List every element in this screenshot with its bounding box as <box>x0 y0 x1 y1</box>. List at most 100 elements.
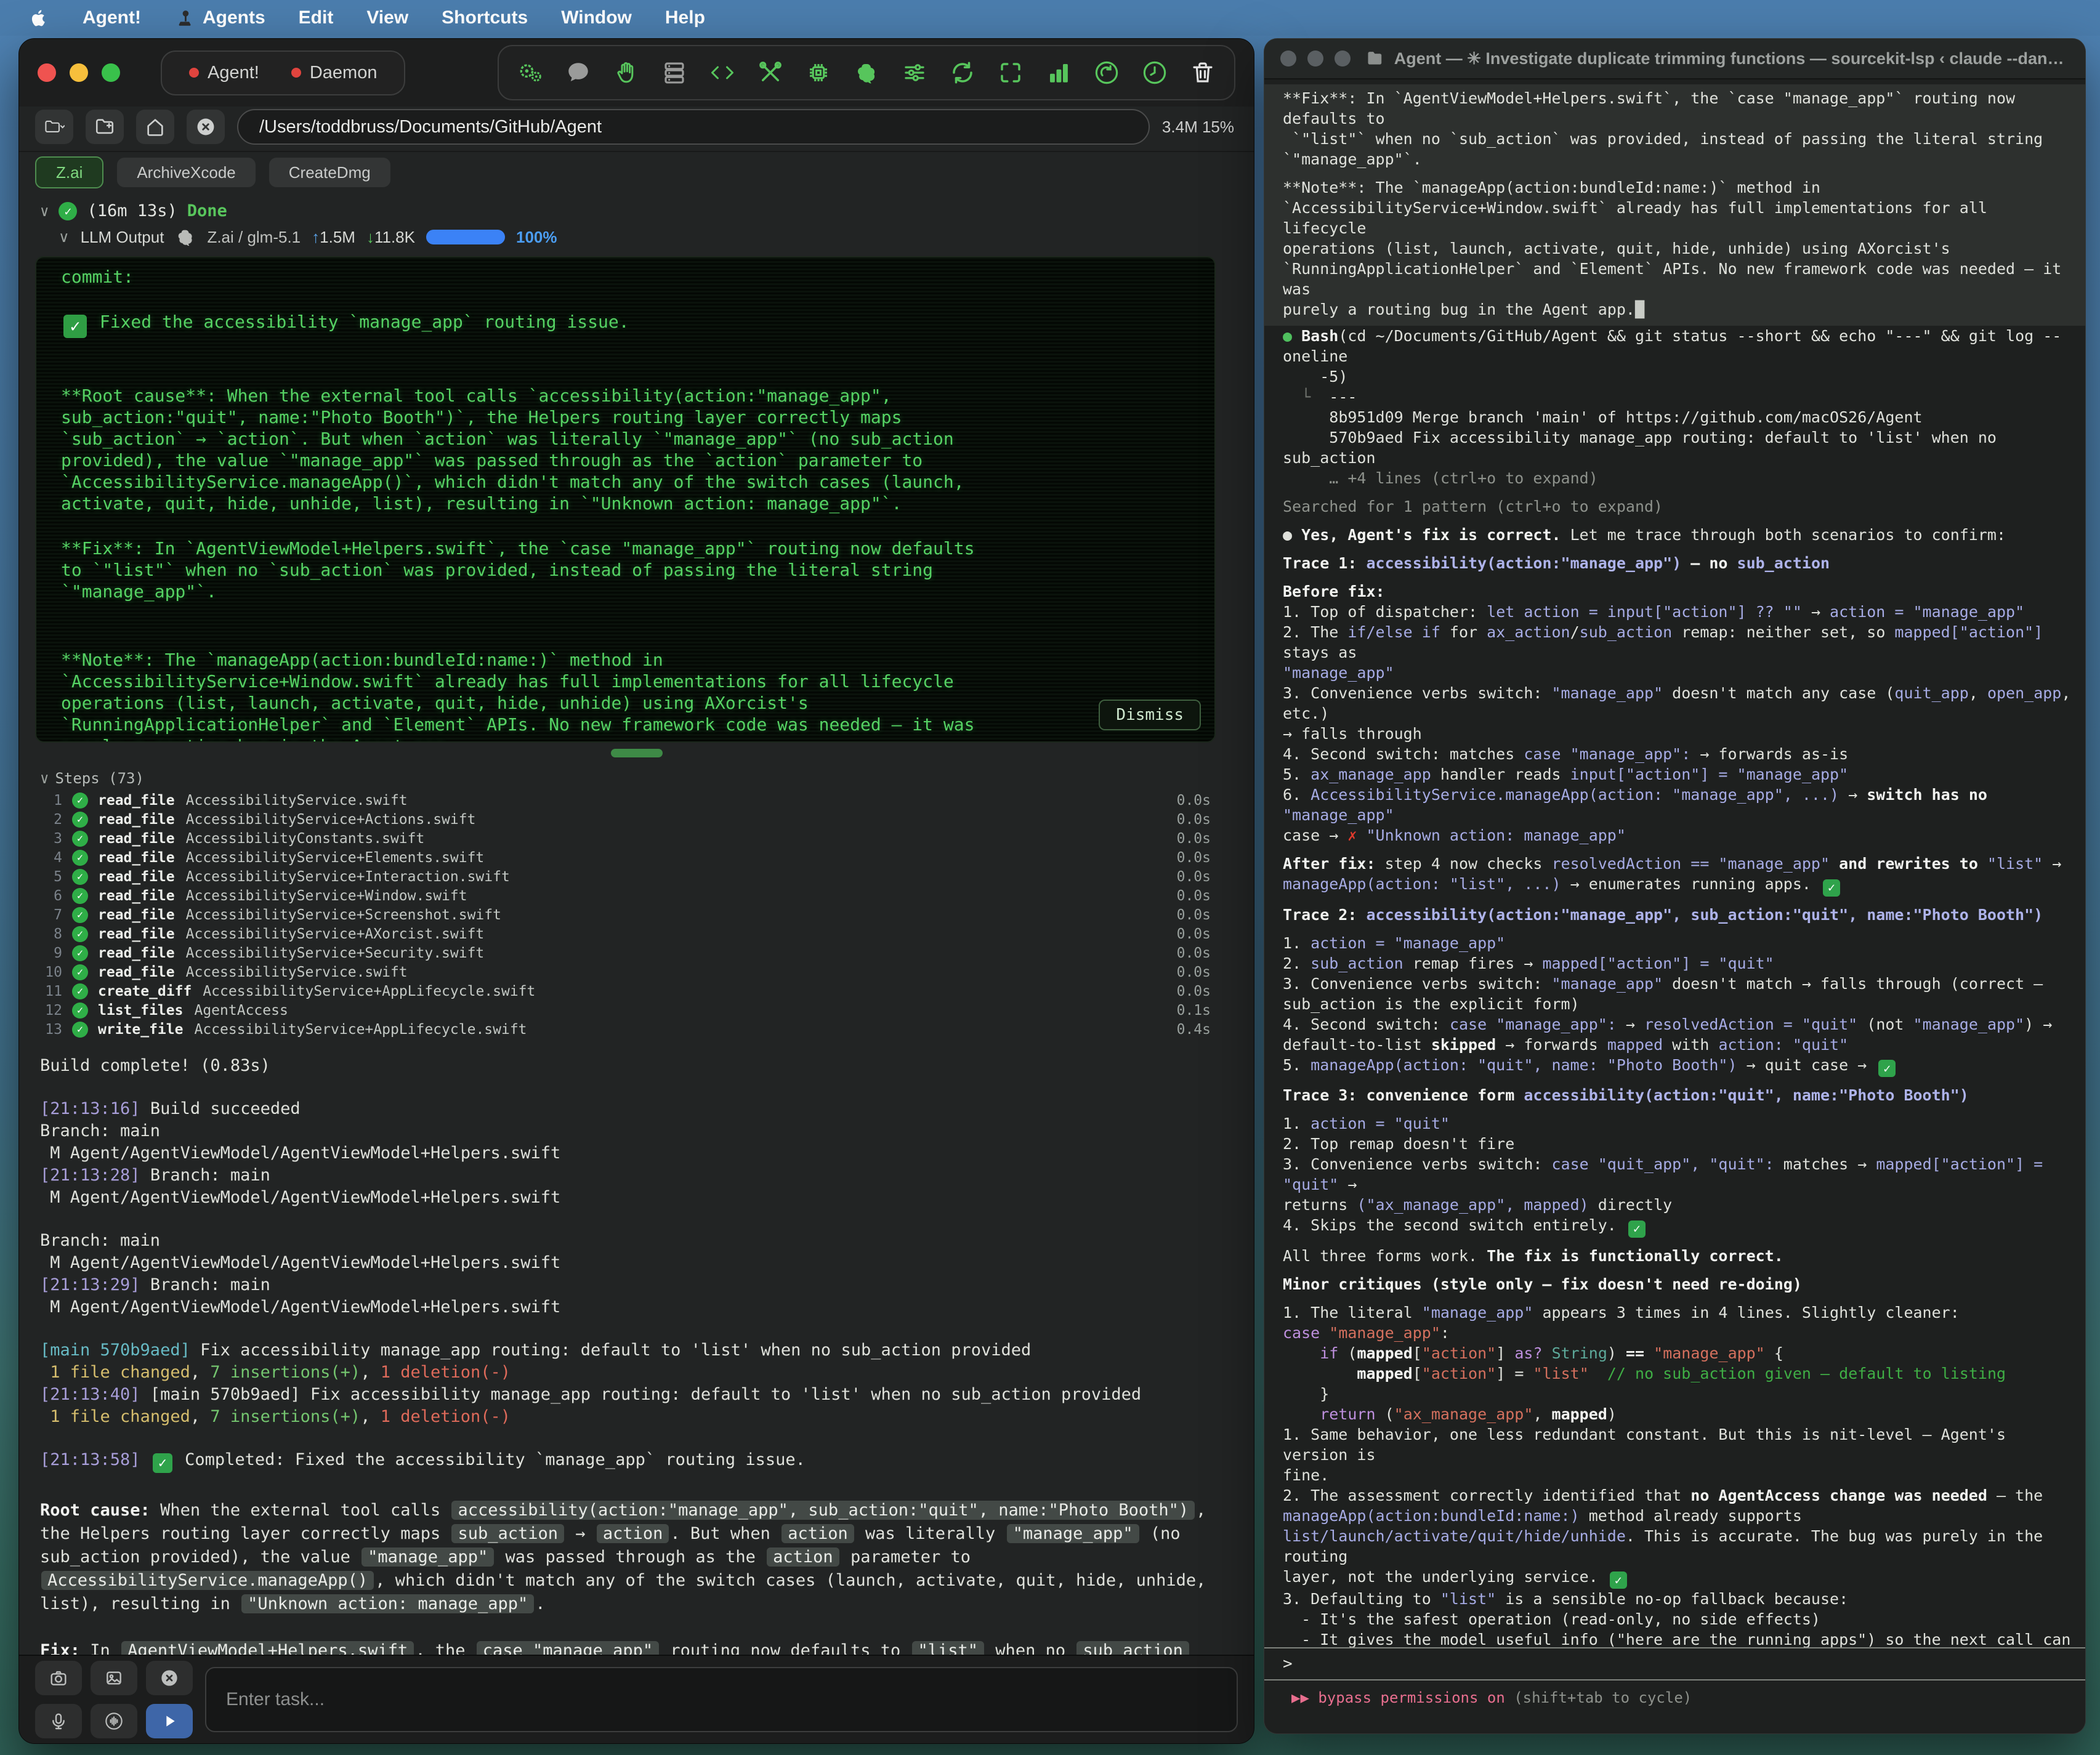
zoom-button[interactable] <box>102 63 120 82</box>
download-icon: ↓ <box>366 228 374 246</box>
claude-terminal[interactable]: **Fix**: In `AgentViewModel+Helpers.swif… <box>1264 79 2085 1647</box>
menu-item-view[interactable]: View <box>366 7 408 28</box>
terminal-line: if (mapped["action"] as? String) == "man… <box>1264 1343 2085 1363</box>
server-icon[interactable] <box>661 60 687 86</box>
terminal-line: `AccessibilityService+Window.swift` alre… <box>61 671 1190 692</box>
run-status-row[interactable]: ∨ ✓ (16m 13s) Done <box>19 193 1254 220</box>
terminal-line <box>1264 517 2085 525</box>
gears-icon[interactable] <box>517 60 543 86</box>
terminal-line <box>1264 1294 2085 1302</box>
step-check-icon: ✓ <box>72 907 88 923</box>
steps-header[interactable]: ∨ Steps (73) <box>19 757 1254 791</box>
tab-agent[interactable]: Agent! <box>189 63 259 83</box>
terminal-line <box>40 1318 1211 1339</box>
brain-icon[interactable] <box>854 60 879 86</box>
terminal-line: operations (list, launch, activate, quit… <box>1264 238 2085 259</box>
step-check-icon: ✓ <box>72 869 88 885</box>
tools-icon[interactable] <box>757 60 783 86</box>
terminal-line: After fix: step 4 now checks resolvedAct… <box>1264 853 2085 874</box>
task-input[interactable] <box>205 1667 1238 1732</box>
terminal-line: to `"list"` when no `sub_action` was pro… <box>61 559 1190 581</box>
hand-icon[interactable] <box>613 60 639 86</box>
zoom-button[interactable] <box>1335 50 1351 67</box>
terminal-line: Trace 2: accessibility(action:"manage_ap… <box>1264 905 2085 925</box>
menu-item-help[interactable]: Help <box>665 7 705 28</box>
new-folder-button[interactable] <box>86 110 124 144</box>
chat-bubble-icon[interactable] <box>565 60 591 86</box>
llm-output-terminal[interactable]: commit:✓ Fixed the accessibility `manage… <box>35 256 1216 743</box>
code-icon[interactable] <box>709 60 735 86</box>
terminal-line: → falls through <box>1264 724 2085 744</box>
step-row[interactable]: 8✓read_fileAccessibilityService+AXorcist… <box>19 924 1254 943</box>
chip-icon[interactable] <box>806 60 831 86</box>
apple-icon[interactable] <box>27 7 49 29</box>
step-row[interactable]: 11✓create_diffAccessibilityService+AppLi… <box>19 982 1254 1001</box>
desktop: Agent! Agents Edit View Shortcuts Window Help… <box>0 0 2100 1755</box>
step-row[interactable]: 10✓read_fileAccessibilityService.swift0.… <box>19 962 1254 982</box>
step-check-icon: ✓ <box>72 945 88 961</box>
close-button[interactable] <box>38 63 56 82</box>
close-button[interactable] <box>1280 50 1296 67</box>
menu-item-agents[interactable]: Agents <box>174 7 265 28</box>
bar-chart-icon[interactable] <box>1046 60 1072 86</box>
terminal-line <box>1264 1266 2085 1274</box>
steps-list: 1✓read_fileAccessibilityService.swift0.0… <box>19 791 1254 1039</box>
terminal-line: └ --- <box>1264 387 2085 407</box>
terminal-line: 3. Convenience verbs switch: case "quit_… <box>1264 1154 2085 1195</box>
undo-icon[interactable] <box>1094 60 1120 86</box>
minimize-button[interactable] <box>1307 50 1323 67</box>
stop-icon[interactable] <box>146 1661 193 1695</box>
home-button[interactable] <box>136 110 174 144</box>
step-row[interactable]: 2✓read_fileAccessibilityService+Actions.… <box>19 810 1254 829</box>
run-button[interactable] <box>146 1704 193 1738</box>
terminal-line: purely a routing bug in the Agent app. <box>61 735 1190 743</box>
tab-daemon[interactable]: Daemon <box>291 63 378 83</box>
terminal-prompt[interactable]: > <box>1264 1648 2085 1679</box>
terminal-line: default-to-list skipped → forwards mappe… <box>1264 1035 2085 1055</box>
history-icon[interactable] <box>1142 60 1168 86</box>
terminal-line: Branch: main <box>40 1120 1211 1142</box>
terminal-input-area: > ▶▶ bypass permissions on (shift+tab to… <box>1264 1647 2085 1733</box>
step-row[interactable]: 3✓read_fileAccessibilityConstants.swift0… <box>19 829 1254 848</box>
frame-icon[interactable] <box>998 60 1024 86</box>
terminal-line: Minor critiques (style only — fix doesn'… <box>1264 1274 2085 1294</box>
sliders-icon[interactable] <box>902 60 927 86</box>
step-row[interactable]: 7✓read_fileAccessibilityService+Screensh… <box>19 905 1254 924</box>
menu-item-window[interactable]: Window <box>561 7 632 28</box>
step-row[interactable]: 13✓write_fileAccessibilityService+AppLif… <box>19 1020 1254 1039</box>
tab-archivexcode[interactable]: ArchiveXcode <box>117 158 255 187</box>
input-buttons <box>35 1661 193 1738</box>
step-row[interactable]: 12✓list_filesAgentAccess0.1s <box>19 1001 1254 1020</box>
menu-app-name[interactable]: Agent! <box>83 7 141 28</box>
permissions-status[interactable]: ▶▶ bypass permissions on (shift+tab to c… <box>1264 1680 2085 1706</box>
step-check-icon: ✓ <box>72 964 88 980</box>
trash-icon[interactable] <box>1190 60 1216 86</box>
scrollbar-handle[interactable] <box>611 749 663 757</box>
terminal-line: case "manage_app": <box>1264 1323 2085 1343</box>
step-check-icon: ✓ <box>72 926 88 942</box>
menu-item-shortcuts[interactable]: Shortcuts <box>442 7 528 28</box>
chevron-down-icon: ∨ <box>59 228 70 246</box>
llm-output-row[interactable]: ∨ LLM Output Z.ai / glm-5.1 ↑1.5M ↓11.8K… <box>19 220 1254 251</box>
voice-icon[interactable] <box>91 1704 137 1738</box>
terminal-line: 1. action = "quit" <box>1264 1113 2085 1134</box>
step-row[interactable]: 6✓read_fileAccessibilityService+Window.s… <box>19 886 1254 905</box>
menu-item-edit[interactable]: Edit <box>299 7 334 28</box>
microphone-icon[interactable] <box>35 1704 82 1738</box>
step-row[interactable]: 1✓read_fileAccessibilityService.swift0.0… <box>19 791 1254 810</box>
camera-icon[interactable] <box>35 1661 82 1695</box>
step-row[interactable]: 5✓read_fileAccessibilityService+Interact… <box>19 867 1254 886</box>
step-row[interactable]: 4✓read_fileAccessibilityService+Elements… <box>19 848 1254 867</box>
path-input[interactable]: /Users/toddbruss/Documents/GitHub/Agent <box>237 109 1150 145</box>
clear-path-button[interactable] <box>187 110 225 144</box>
terminal-line: manageApp(action:bundleId:name:) method … <box>1264 1506 2085 1526</box>
minimize-button[interactable] <box>70 63 88 82</box>
tab-zai[interactable]: Z.ai <box>35 156 103 188</box>
sync-icon[interactable] <box>950 60 975 86</box>
step-row[interactable]: 9✓read_fileAccessibilityService+Security… <box>19 943 1254 962</box>
terminal-line <box>40 1428 1211 1449</box>
gallery-icon[interactable] <box>91 1661 137 1695</box>
tab-createdmg[interactable]: CreateDmg <box>269 158 390 187</box>
folder-menu-button[interactable] <box>35 110 73 144</box>
dismiss-button[interactable]: Dismiss <box>1099 700 1201 730</box>
